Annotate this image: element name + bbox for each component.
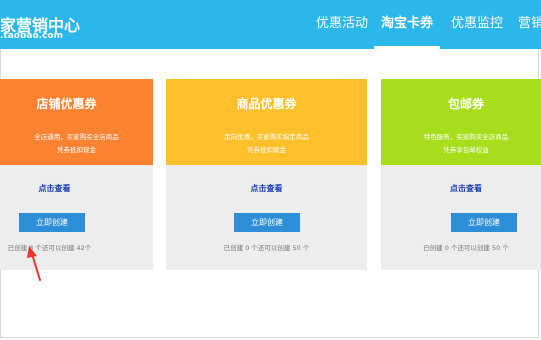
create-now-button[interactable]: 立即创建 bbox=[19, 213, 85, 232]
top-header: 家营销中心 .taobao.com 优惠活动 淘宝卡券 优惠监控 营销 bbox=[0, 0, 541, 49]
nav-item-coupons[interactable]: 淘宝卡券 bbox=[374, 0, 440, 49]
card-shipping-coupon: 包邮券 特色服务，买家购买全店商品 凭券享包邮权益 点击查看 立即创建 已创建 … bbox=[381, 79, 541, 270]
card-product-coupon-header: 商品优惠券 定向优惠，买家购买指定商品 凭券抵扣现金 bbox=[166, 79, 367, 165]
card-description: 全店通用，买家购买全店商品 bbox=[34, 133, 119, 141]
active-tab-indicator bbox=[374, 46, 440, 49]
create-now-button[interactable]: 立即创建 bbox=[234, 213, 300, 232]
nav-item-promotions[interactable]: 优惠活动 bbox=[316, 0, 368, 49]
card-description-2: 凭券抵扣现金 bbox=[247, 146, 286, 154]
card-description-2: 凭券享包邮权益 bbox=[443, 146, 489, 154]
card-store-coupon: 店铺优惠券 全店通用，买家购买全店商品 凭券抵扣现金 点击查看 立即创建 已创建… bbox=[0, 79, 153, 270]
create-now-button[interactable]: 立即创建 bbox=[451, 213, 517, 232]
quota-note: 已创建 0 个还可以创建 50 个 bbox=[423, 244, 509, 252]
nav-item-marketing[interactable]: 营销 bbox=[518, 0, 541, 49]
card-title: 商品优惠券 bbox=[236, 97, 297, 111]
card-title: 店铺优惠券 bbox=[36, 97, 97, 111]
card-description: 特色服务，买家购买全店商品 bbox=[423, 133, 509, 141]
card-store-coupon-header: 店铺优惠券 全店通用，买家购买全店商品 凭券抵扣现金 bbox=[0, 79, 153, 165]
logo-domain: .taobao.com bbox=[0, 31, 63, 41]
card-title: 包邮券 bbox=[447, 97, 484, 111]
quota-note: 已创建 8 个还可以创建 42个 bbox=[7, 244, 92, 252]
card-shipping-coupon-header: 包邮券 特色服务，买家购买全店商品 凭券享包邮权益 bbox=[381, 79, 541, 165]
view-details-link[interactable]: 点击查看 bbox=[0, 183, 131, 194]
view-details-link[interactable]: 点击查看 bbox=[166, 183, 367, 194]
card-product-coupon: 商品优惠券 定向优惠，买家购买指定商品 凭券抵扣现金 点击查看 立即创建 已创建… bbox=[166, 79, 367, 270]
card-description: 定向优惠，买家购买指定商品 bbox=[224, 133, 309, 141]
nav-item-coupons-label: 淘宝卡券 bbox=[380, 16, 433, 31]
card-description-2: 凭券抵扣现金 bbox=[57, 146, 96, 154]
quota-note: 已创建 0 个还可以创建 50 个 bbox=[223, 244, 310, 252]
nav-item-monitoring[interactable]: 优惠监控 bbox=[451, 0, 503, 49]
view-details-link[interactable]: 点击查看 bbox=[386, 183, 541, 194]
